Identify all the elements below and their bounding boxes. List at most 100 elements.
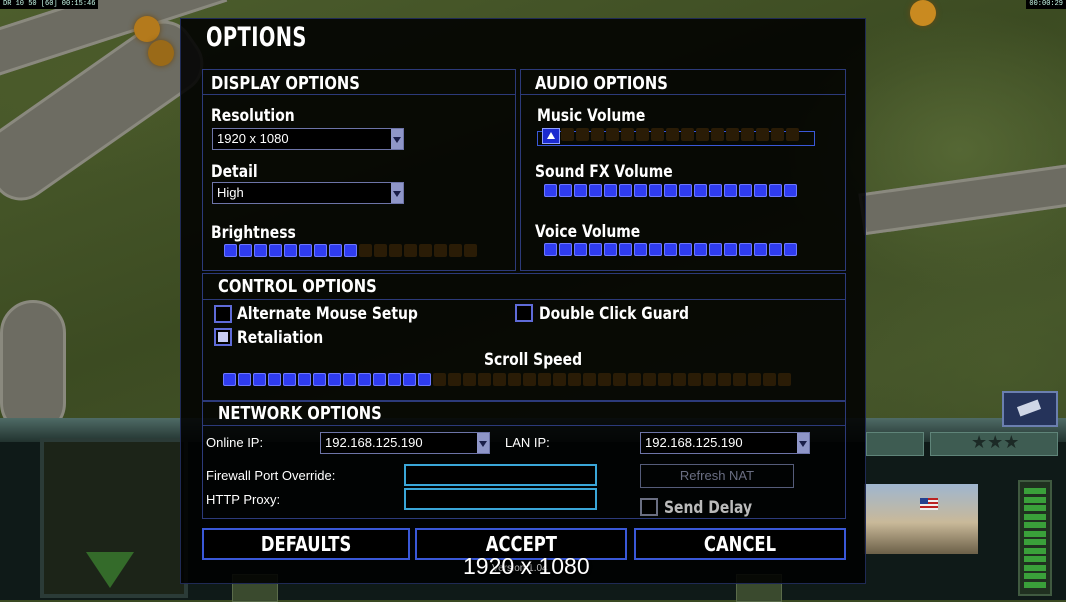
slider-segment xyxy=(493,373,506,386)
brightness-slider[interactable] xyxy=(224,244,477,257)
detail-dropdown[interactable]: High xyxy=(212,182,404,204)
slider-segment xyxy=(508,373,521,386)
slider-segment xyxy=(726,128,739,141)
slider-segment xyxy=(628,373,641,386)
send-delay-label: Send Delay xyxy=(664,498,753,518)
online-ip-label: Online IP: xyxy=(206,435,264,450)
slider-segment xyxy=(634,184,647,197)
tree xyxy=(910,0,936,26)
slider-segment xyxy=(769,184,782,197)
slider-segment xyxy=(621,128,634,141)
slider-segment xyxy=(688,373,701,386)
double-click-guard-checkbox[interactable] xyxy=(515,304,533,322)
power-bar-segment xyxy=(1024,488,1046,494)
detail-label: Detail xyxy=(211,162,258,182)
slider-segment xyxy=(703,373,716,386)
network-options-heading: NETWORK OPTIONS xyxy=(218,403,382,424)
slider-segment xyxy=(433,373,446,386)
slider-segment xyxy=(754,243,767,256)
control-options-heading: CONTROL OPTIONS xyxy=(218,276,377,297)
chevron-down-icon[interactable] xyxy=(391,183,403,203)
slider-segment xyxy=(694,184,707,197)
slider-segment xyxy=(223,373,236,386)
voice-volume-slider[interactable] xyxy=(544,243,797,256)
slider-segment xyxy=(574,243,587,256)
slider-segment xyxy=(724,243,737,256)
slider-segment xyxy=(681,128,694,141)
defaults-button[interactable]: DEFAULTS xyxy=(202,528,410,560)
slider-segment xyxy=(664,184,677,197)
slider-segment xyxy=(778,373,791,386)
hud-rank-button[interactable]: ★★★ xyxy=(930,432,1058,456)
retaliation-checkbox[interactable] xyxy=(214,328,232,346)
road xyxy=(0,300,66,436)
slider-segment xyxy=(254,244,267,257)
chevron-down-icon[interactable] xyxy=(477,433,489,453)
slider-segment xyxy=(358,373,371,386)
music-volume-label: Music Volume xyxy=(537,106,646,126)
slider-segment xyxy=(283,373,296,386)
slider-segment xyxy=(238,373,251,386)
slider-segment xyxy=(434,244,447,257)
lan-ip-value: 192.168.125.190 xyxy=(645,435,743,450)
http-proxy-input[interactable] xyxy=(404,488,597,510)
refresh-nat-button[interactable]: Refresh NAT xyxy=(640,464,794,488)
resolution-label: Resolution xyxy=(211,106,295,126)
star-icon: ★★★ xyxy=(971,432,1020,452)
power-bar-segment xyxy=(1024,539,1046,545)
slider-segment xyxy=(449,244,462,257)
resolution-dropdown[interactable]: 1920 x 1080 xyxy=(212,128,404,150)
tree xyxy=(148,40,174,66)
slider-segment xyxy=(284,244,297,257)
music-volume-slider[interactable] xyxy=(546,128,799,141)
slider-segment xyxy=(589,243,602,256)
slider-segment xyxy=(696,128,709,141)
slider-segment xyxy=(268,373,281,386)
chevron-down-icon[interactable] xyxy=(391,129,403,149)
slider-segment xyxy=(619,184,632,197)
cancel-button-label: CANCEL xyxy=(703,532,777,556)
slider-segment xyxy=(724,184,737,197)
slider-segment xyxy=(544,184,557,197)
power-bar-segment xyxy=(1024,522,1046,528)
slider-segment xyxy=(313,373,326,386)
slider-segment xyxy=(649,184,662,197)
slider-segment xyxy=(314,244,327,257)
online-ip-dropdown[interactable]: 192.168.125.190 xyxy=(320,432,490,454)
power-bar-segment xyxy=(1024,581,1046,588)
slider-segment xyxy=(544,243,557,256)
slider-segment xyxy=(754,184,767,197)
slider-segment xyxy=(583,373,596,386)
cancel-button[interactable]: CANCEL xyxy=(634,528,846,560)
slider-segment xyxy=(448,373,461,386)
alternate-mouse-checkbox[interactable] xyxy=(214,305,232,323)
scroll-speed-slider[interactable] xyxy=(223,373,791,386)
slider-segment xyxy=(769,243,782,256)
firewall-port-input[interactable] xyxy=(404,464,597,486)
sound-fx-volume-slider[interactable] xyxy=(544,184,797,197)
http-proxy-label: HTTP Proxy: xyxy=(206,492,281,507)
slider-segment xyxy=(239,244,252,257)
selected-unit-icon[interactable] xyxy=(1002,391,1058,427)
hud-tab-button[interactable] xyxy=(866,432,924,456)
send-delay-checkbox[interactable] xyxy=(640,498,658,516)
slider-segment xyxy=(576,128,589,141)
online-ip-value: 192.168.125.190 xyxy=(325,435,423,450)
display-options-heading: DISPLAY OPTIONS xyxy=(211,73,360,94)
slider-segment xyxy=(756,128,769,141)
slider-segment xyxy=(643,373,656,386)
chevron-down-icon[interactable] xyxy=(797,433,809,453)
slider-segment xyxy=(619,243,632,256)
slider-segment xyxy=(559,243,572,256)
slider-thumb[interactable] xyxy=(542,128,560,144)
slider-segment xyxy=(343,373,356,386)
slider-segment xyxy=(403,373,416,386)
resolution-value: 1920 x 1080 xyxy=(217,131,289,146)
slider-segment xyxy=(329,244,342,257)
slider-segment xyxy=(404,244,417,257)
slider-segment xyxy=(748,373,761,386)
slider-segment xyxy=(709,243,722,256)
slider-segment xyxy=(464,244,477,257)
flag-icon xyxy=(920,498,938,510)
lan-ip-dropdown[interactable]: 192.168.125.190 xyxy=(640,432,810,454)
